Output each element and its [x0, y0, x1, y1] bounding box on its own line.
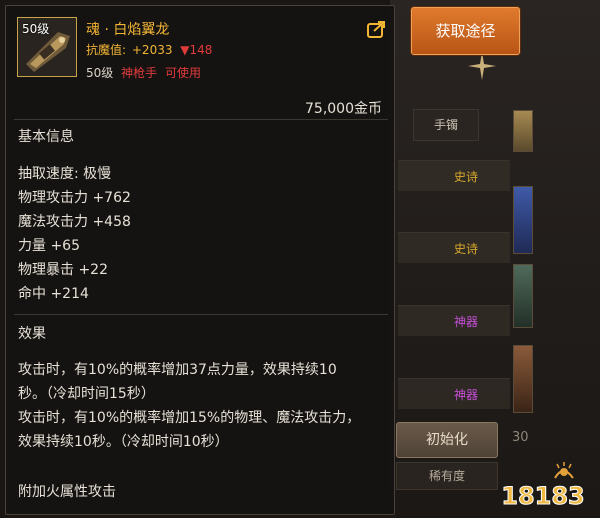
effect-line: 效果持续10秒。（冷却时间10秒） [18, 434, 229, 450]
extra-attribute: 附加火属性攻击 [18, 484, 116, 500]
effect-title: 效果 [18, 326, 46, 342]
rarity-tag: 史诗 [453, 242, 478, 256]
item-icon: 50级 [17, 17, 77, 77]
item-tooltip: 50级 魂 · 白焰翼龙 抗魔值: +2033 ▼148 50级 神枪手 可使用… [5, 5, 395, 515]
item-thumbnail[interactable] [513, 345, 533, 413]
divider [14, 314, 388, 315]
item-thumbnail[interactable] [513, 110, 533, 152]
divider [14, 119, 388, 120]
side-number: 30 [512, 430, 529, 445]
item-thumbnail[interactable] [513, 186, 533, 254]
rarity-tag: 神器 [453, 388, 478, 402]
rarity-tag: 史诗 [453, 170, 478, 184]
level-badge: 50级 [22, 22, 50, 36]
effect-line: 秒。（冷却时间15秒） [18, 386, 155, 402]
tab-bracelet[interactable]: 手镯 [413, 109, 479, 141]
sort-rarity-button[interactable]: 稀有度 [396, 462, 498, 490]
stat-line: 抽取速度: 极慢 [18, 166, 112, 182]
usable-status: 可使用 [164, 66, 201, 80]
required-level: 50级 [86, 66, 114, 80]
stat-line: 物理暴击 +22 [18, 262, 108, 278]
stat-line: 物理攻击力 +762 [18, 190, 131, 206]
basic-info-title: 基本信息 [18, 129, 74, 145]
get-route-button[interactable]: 获取途径 [411, 7, 520, 55]
stat-line: 魔法攻击力 +458 [18, 214, 131, 230]
resist-change: ▼148 [180, 43, 213, 57]
stat-line: 命中 +214 [18, 286, 89, 302]
effect-line: 攻击时，有10%的概率增加15%的物理、魔法攻击力， [18, 410, 361, 426]
sparkle-icon [468, 52, 496, 80]
stat-line: 力量 +65 [18, 238, 80, 254]
item-name: 魂 · 白焰翼龙 [86, 22, 170, 38]
resist-row: 抗魔值: +2033 ▼148 [86, 41, 212, 58]
effect-line: 攻击时，有10%的概率增加37点力量，效果持续10 [18, 362, 337, 378]
item-thumbnail[interactable] [513, 264, 533, 328]
resist-value: +2033 [131, 43, 173, 57]
required-class: 神枪手 [121, 66, 158, 80]
resist-label: 抗魔值: [86, 43, 127, 57]
watermark-text: 18183 [501, 482, 585, 510]
requirement-row: 50级 神枪手 可使用 [86, 64, 201, 81]
item-price: 75,000金币 [305, 101, 382, 117]
watermark-logo: 18183 [501, 462, 585, 511]
rarity-tag: 神器 [453, 315, 478, 329]
share-icon[interactable] [367, 20, 387, 38]
init-button[interactable]: 初始化 [396, 422, 498, 458]
